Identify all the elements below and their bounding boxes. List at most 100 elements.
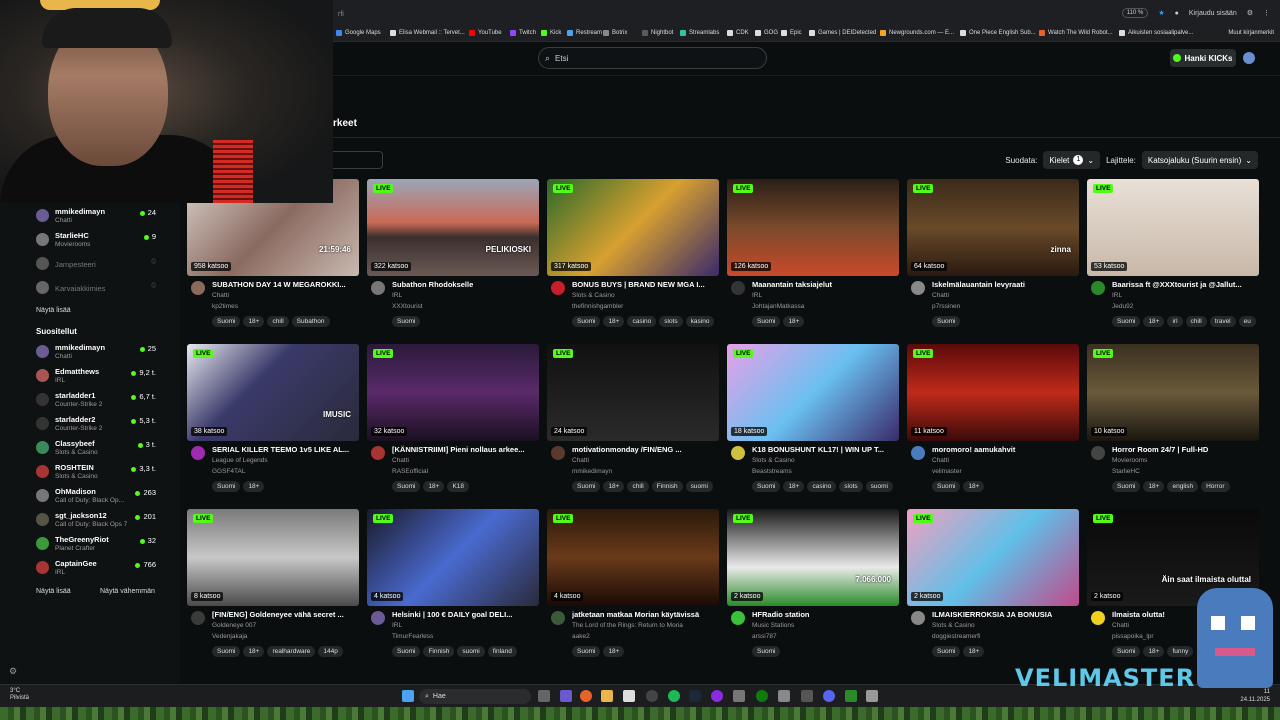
weather-widget[interactable]: 3°C Pilvistä bbox=[10, 688, 29, 702]
channel-avatar[interactable] bbox=[1091, 446, 1105, 460]
stream-title[interactable]: [FIN/ENG] Goldeneyee vähä secret ... bbox=[212, 610, 357, 619]
channel-name[interactable]: thefinnishgambler bbox=[572, 303, 623, 310]
stream-title[interactable]: BONUS BUYS | BRAND NEW MGA I... bbox=[572, 280, 717, 289]
channel-name[interactable]: Beaststreams bbox=[752, 468, 792, 475]
tag-chip[interactable]: Suomi bbox=[392, 481, 421, 492]
stream-category[interactable]: IRL bbox=[392, 622, 402, 629]
channel-name[interactable]: arssi787 bbox=[752, 633, 777, 640]
steam-icon[interactable] bbox=[689, 690, 701, 702]
tag-chip[interactable]: Subathon bbox=[291, 316, 330, 327]
stream-thumbnail[interactable]: LIVE 11 katsoo bbox=[907, 344, 1079, 441]
task-view-icon[interactable] bbox=[538, 690, 550, 702]
sidebar-channel[interactable]: StarlieHC Movierooms 9 bbox=[36, 230, 166, 252]
app-icon[interactable] bbox=[801, 690, 813, 702]
stream-card[interactable]: LIVE IMUSIC 38 katsoo SERIAL KILLER TEEMO 1… bbox=[187, 344, 359, 504]
stream-category[interactable]: Goldeneye 007 bbox=[212, 622, 256, 629]
stream-thumbnail[interactable]: LIVE zinna 64 katsoo bbox=[907, 179, 1079, 276]
bookmark-item[interactable]: Restream bbox=[567, 30, 602, 36]
settings-icon[interactable] bbox=[778, 690, 790, 702]
stream-category[interactable]: IRL bbox=[1112, 292, 1122, 299]
stream-category[interactable]: Chatti bbox=[1112, 622, 1129, 629]
tag-chip[interactable]: Suomi bbox=[1112, 316, 1141, 327]
search-input[interactable]: ⌕ Etsi bbox=[538, 47, 767, 69]
stream-thumbnail[interactable]: LIVE 317 katsoo bbox=[547, 179, 719, 276]
tag-chip[interactable]: Suomi bbox=[572, 481, 601, 492]
channel-name[interactable]: TimurFearless bbox=[392, 633, 433, 640]
tag-chip[interactable]: Suomi bbox=[932, 316, 961, 327]
channel-avatar[interactable] bbox=[731, 611, 745, 625]
bookmark-item[interactable]: CDK bbox=[727, 30, 749, 36]
tag-chip[interactable]: Suomi bbox=[932, 646, 961, 657]
stream-title[interactable]: ILMAISKIERROKSIA JA BONUSIA bbox=[932, 610, 1077, 619]
stream-title[interactable]: Helsinki | 100 € DAILY goal DELI... bbox=[392, 610, 537, 619]
sidebar-channel[interactable]: ROSHTEIN Slots & Casino 3,3 t. bbox=[36, 462, 166, 484]
bookmark-item[interactable]: Google Maps bbox=[336, 30, 381, 36]
stream-title[interactable]: K18 BONUSHUNT KL17! | WIN UP T... bbox=[752, 445, 897, 454]
bookmark-item[interactable]: Epic bbox=[781, 30, 802, 36]
stream-card[interactable]: LIVE zinna 64 katsoo Iskelmälauantain levyr… bbox=[907, 179, 1079, 339]
tag-chip[interactable]: K18 bbox=[447, 481, 470, 492]
tag-chip[interactable]: Suomi bbox=[572, 316, 601, 327]
tag-chip[interactable]: slots bbox=[839, 481, 863, 492]
windows-start-icon[interactable] bbox=[402, 690, 414, 702]
tag-chip[interactable]: 18+ bbox=[243, 481, 265, 492]
stream-thumbnail[interactable]: LIVE 4 katsoo bbox=[547, 509, 719, 606]
address-bar[interactable]: rfi bbox=[338, 11, 344, 18]
channel-avatar[interactable] bbox=[191, 281, 205, 295]
star-icon[interactable]: ★ bbox=[1158, 9, 1164, 17]
tag-chip[interactable]: irl bbox=[1167, 316, 1183, 327]
stream-thumbnail[interactable]: LIVE PELIKIOSKI 322 katsoo bbox=[367, 179, 539, 276]
tag-chip[interactable]: finland bbox=[487, 646, 517, 657]
stream-category[interactable]: Chatti bbox=[212, 292, 229, 299]
spotify-icon[interactable] bbox=[668, 690, 680, 702]
show-more-link[interactable]: Näytä lisää bbox=[36, 307, 71, 314]
bookmark-item[interactable]: Newgrounds.com — E... bbox=[880, 30, 954, 36]
sort-dropdown[interactable]: Katsojaluku (Suurin ensin) ⌄ bbox=[1141, 151, 1258, 169]
stream-card[interactable]: LIVE PELIKIOSKI 322 katsoo Subathon Rhodoks… bbox=[367, 179, 539, 339]
sidebar-channel[interactable]: TheGreenyRiot Planet Crafter 32 bbox=[36, 534, 166, 556]
tag-chip[interactable]: suomi bbox=[457, 646, 485, 657]
channel-avatar[interactable] bbox=[911, 611, 925, 625]
stream-title[interactable]: SERIAL KILLER TEEMO 1v5 LIKE AL... bbox=[212, 445, 357, 454]
tag-chip[interactable]: Suomi bbox=[392, 646, 421, 657]
bookmark-item[interactable]: Twitch bbox=[510, 30, 536, 36]
bookmark-item[interactable]: Games | DEIDetected bbox=[809, 30, 876, 36]
stream-title[interactable]: Iskelmälauantain levyraati bbox=[932, 280, 1077, 289]
settings-icon[interactable]: ⚙ bbox=[9, 666, 17, 677]
stream-title[interactable]: Horror Room 24/7 | Full-HD bbox=[1112, 445, 1257, 454]
bookmark-item[interactable]: Aikuisten sosiaalipalve... bbox=[1119, 30, 1193, 36]
tag-chip[interactable]: Suomi bbox=[932, 481, 961, 492]
stream-category[interactable]: Music Stations bbox=[752, 622, 794, 629]
app-icon[interactable] bbox=[733, 690, 745, 702]
sidebar-channel[interactable]: Classybeef Slots & Casino 3 t. bbox=[36, 438, 166, 460]
tag-chip[interactable]: 18+ bbox=[243, 316, 265, 327]
tag-chip[interactable]: suomi bbox=[685, 481, 713, 492]
channel-name[interactable]: GGSF4TAL bbox=[212, 468, 245, 475]
tag-chip[interactable]: Suomi bbox=[572, 646, 601, 657]
stream-title[interactable]: HFRadio station bbox=[752, 610, 897, 619]
tag-chip[interactable]: 18+ bbox=[783, 481, 805, 492]
sidebar-channel[interactable]: starladder2 Counter-Strike 2 5,3 t. bbox=[36, 414, 166, 436]
tag-chip[interactable]: 18+ bbox=[1143, 646, 1165, 657]
channel-name[interactable]: mmikedimayn bbox=[572, 468, 612, 475]
channel-name[interactable]: JohtajanMatkassa bbox=[752, 303, 804, 310]
tag-chip[interactable]: english bbox=[1167, 481, 1199, 492]
channel-avatar[interactable] bbox=[371, 446, 385, 460]
stream-thumbnail[interactable]: LIVE 10 katsoo bbox=[1087, 344, 1259, 441]
channel-avatar[interactable] bbox=[191, 611, 205, 625]
tag-chip[interactable]: 18+ bbox=[423, 481, 445, 492]
tag-chip[interactable]: Suomi bbox=[752, 316, 781, 327]
channel-name[interactable]: StarlieHC bbox=[1112, 468, 1140, 475]
channel-avatar[interactable] bbox=[551, 281, 565, 295]
tag-chip[interactable]: chill bbox=[1185, 316, 1207, 327]
channel-name[interactable]: pissapoika_lpr bbox=[1112, 633, 1154, 640]
bookmark-item[interactable]: YouTube bbox=[469, 30, 502, 36]
stream-card[interactable]: LIVE 317 katsoo BONUS BUYS | BRAND NEW MGA… bbox=[547, 179, 719, 339]
xbox-icon[interactable] bbox=[756, 690, 768, 702]
tag-chip[interactable]: Horror bbox=[1201, 481, 1230, 492]
stream-card[interactable]: LIVE 126 katsoo Maanantain taksiajelut IRL J… bbox=[727, 179, 899, 339]
clock[interactable]: 11 24.11.2025 bbox=[1240, 688, 1270, 704]
stream-category[interactable]: Slots & Casino bbox=[572, 292, 615, 299]
stream-card[interactable]: 21:59:46 958 katsoo SUBATHON DAY 14 W MEGA… bbox=[187, 179, 359, 339]
bookmark-item[interactable]: GOG bbox=[755, 30, 778, 36]
